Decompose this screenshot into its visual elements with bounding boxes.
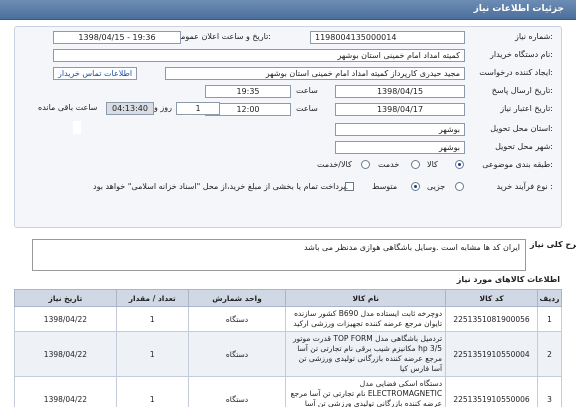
validity-time-label: ساعت [296, 104, 318, 113]
city-field: بوشهر [335, 141, 465, 154]
col-unit: واحد شمارش [187, 289, 287, 307]
city-label: شهر محل تحویل: [495, 142, 553, 151]
reply-time-field: 19:35 [205, 85, 291, 98]
province-field: بوشهر [335, 123, 465, 136]
reply-deadline-label: تاریخ ارسال پاسخ: [491, 86, 553, 95]
page-header: جزئیات اطلاعات نیاز [0, 0, 576, 20]
need-details-form: شماره نیاز: 1198004135000014 تاریخ و ساع… [14, 26, 562, 228]
process-minor-label: جزیی [427, 182, 446, 191]
items-table: ردیف کد کالا نام کالا واحد شمارش تعداد /… [14, 289, 562, 407]
remaining-label: ساعت باقی مانده [38, 103, 98, 112]
items-section-title: اطلاعات کالاهای مورد نیاز [456, 275, 560, 284]
items-table-header: ردیف کد کالا نام کالا واحد شمارش تعداد /… [14, 289, 562, 307]
category-goods-radio[interactable] [455, 160, 464, 169]
category-service-radio[interactable] [411, 160, 420, 169]
col-code: کد کالا [445, 289, 539, 307]
remaining-time-field: 04:13:40 [106, 102, 154, 115]
cell-unit: دستگاه [187, 306, 287, 332]
table-row: 3 2251351910550006 دستگاه اسکی فضایی مدل… [14, 376, 562, 407]
need-number-field: 1198004135000014 [310, 31, 465, 44]
validity-label: تاریخ اعتبار نیاز: [500, 104, 553, 113]
category-goods-label: کالا [427, 160, 438, 169]
buyer-org-field: کمیته امداد امام خمینی استان بوشهر [53, 49, 465, 62]
cell-date: 1398/04/22 [14, 376, 117, 407]
creator-field: مجید حیدری کارپرداز کمیته امداد امام خمی… [165, 67, 465, 80]
col-date: تاریخ نیاز [14, 289, 117, 307]
spacer-2 [73, 121, 81, 134]
category-label: طبقه بندی موضوعی: [482, 160, 553, 169]
cell-name: تردمیل باشگاهی مدل TOP FORM قدرت موتور h… [285, 331, 447, 377]
announce-date-label: تاریخ و ساعت اعلان عمومی: [174, 32, 271, 41]
description-label: شرح کلی نیاز: [530, 240, 576, 249]
treasury-payment-note: پرداخت تمام یا بخشی از مبلغ خرید،از محل … [93, 182, 349, 191]
cell-unit: دستگاه [187, 376, 287, 407]
days-label: روز و [154, 103, 172, 112]
cell-date: 1398/04/22 [14, 306, 117, 332]
need-number-label: شماره نیاز: [514, 32, 553, 41]
buyer-org-label: نام دستگاه خریدار: [489, 50, 553, 59]
process-minor-radio[interactable] [455, 182, 464, 191]
buyer-contact-link[interactable]: اطلاعات تماس خریدار [53, 67, 138, 80]
process-type-label: نوع فرآیند خرید : [496, 182, 553, 191]
category-goods-service-radio[interactable] [361, 160, 370, 169]
cell-name: دوچرخه ثابت ایستاده مدل B690 کشور سازنده… [285, 306, 447, 332]
col-name: نام کالا [285, 289, 447, 307]
cell-index: 2 [537, 331, 562, 377]
cell-index: 1 [537, 306, 562, 332]
validity-date-field: 1398/04/17 [335, 103, 465, 116]
table-row: 2 2251351910550004 تردمیل باشگاهی مدل TO… [14, 331, 562, 377]
creator-label: ایجاد کننده درخواست: [479, 68, 553, 77]
process-medium-label: متوسط [372, 182, 398, 191]
process-medium-radio[interactable] [411, 182, 420, 191]
cell-code: 2251351081900056 [445, 306, 539, 332]
table-row: 1 2251351081900056 دوچرخه ثابت ایستاده م… [14, 306, 562, 332]
reply-time-label: ساعت [296, 86, 318, 95]
cell-qty: 1 [115, 331, 189, 377]
cell-code: 2251351910550006 [445, 376, 539, 407]
cell-index: 3 [537, 376, 562, 407]
col-index: ردیف [537, 289, 562, 307]
cell-code: 2251351910550004 [445, 331, 539, 377]
cell-unit: دستگاه [187, 331, 287, 377]
category-service-label: خدمت [378, 160, 400, 169]
cell-qty: 1 [115, 376, 189, 407]
reply-date-field: 1398/04/15 [335, 85, 465, 98]
cell-name: دستگاه اسکی فضایی مدل ELECTROMAGNETIC نا… [285, 376, 447, 407]
page-title: جزئیات اطلاعات نیاز [473, 4, 564, 14]
days-field: 1 [176, 102, 220, 115]
announce-date-field: 1398/04/15 - 19:36 [53, 31, 181, 44]
province-label: استان محل تحویل: [490, 124, 553, 133]
col-qty: تعداد / مقدار [115, 289, 189, 307]
category-goods-service-label: کالا/خدمت [317, 160, 352, 169]
cell-qty: 1 [115, 306, 189, 332]
cell-date: 1398/04/22 [14, 331, 117, 377]
description-box: ایران کد ها مشابه است .وسایل باشگاهی هوا… [32, 239, 526, 271]
